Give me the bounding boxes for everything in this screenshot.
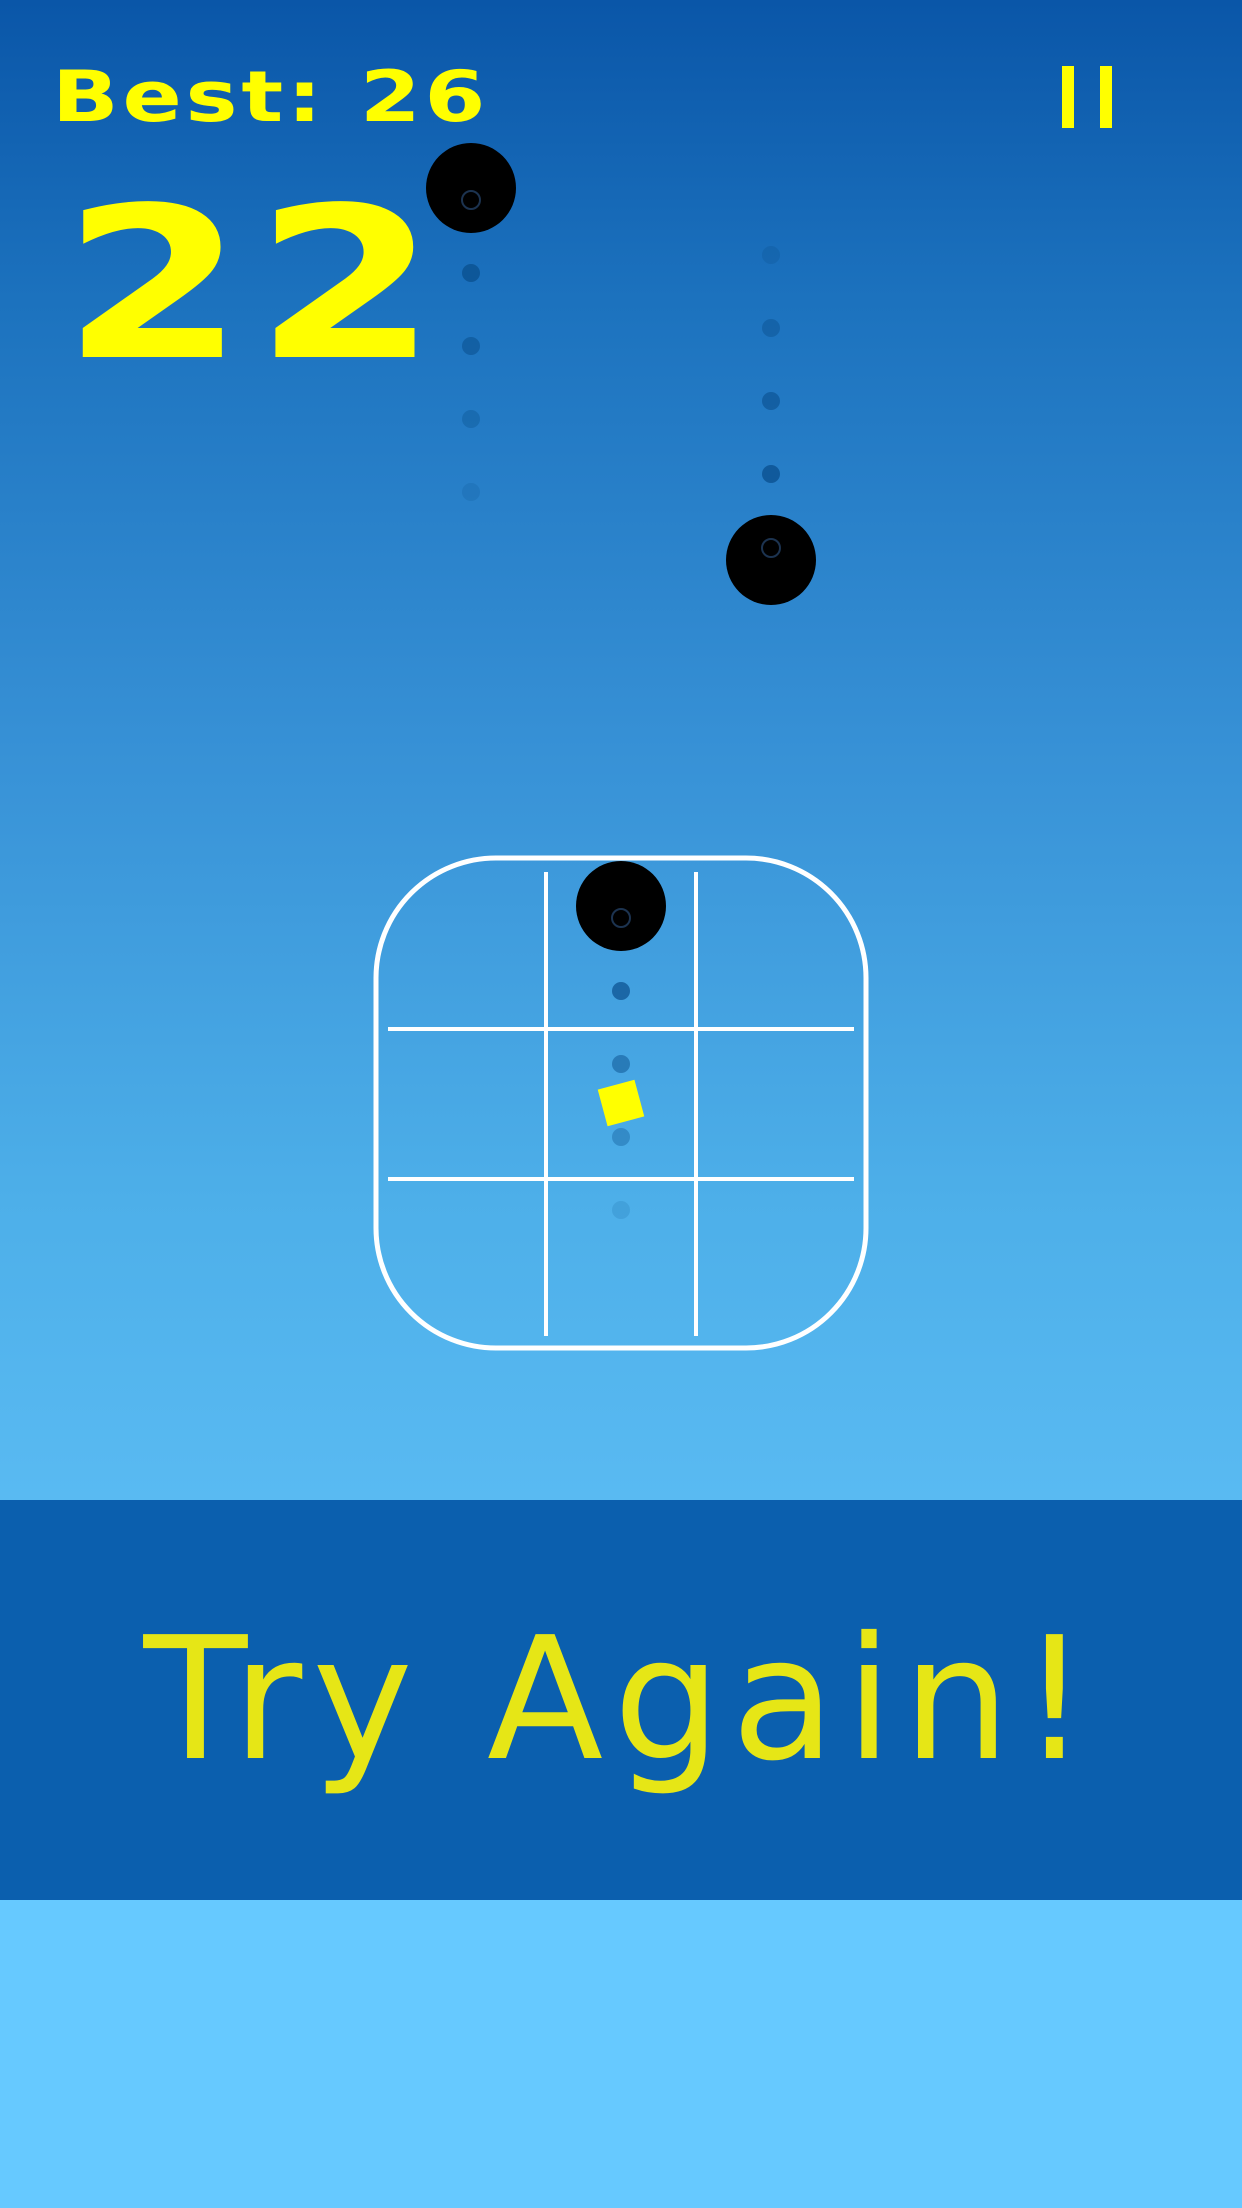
player-square xyxy=(597,1079,645,1127)
try-again-label: Try Again! xyxy=(143,1601,1099,1799)
trail-dot xyxy=(612,1128,630,1146)
trail-dot xyxy=(612,982,630,1000)
play-field xyxy=(373,143,869,1351)
trail-dot xyxy=(762,246,780,264)
black-ball xyxy=(426,143,516,233)
trail-dot xyxy=(462,337,480,355)
trail-dot xyxy=(762,392,780,410)
trail-dot xyxy=(462,483,480,501)
trail-dot xyxy=(612,1201,630,1219)
trail-dot xyxy=(762,465,780,483)
trail-dot xyxy=(462,264,480,282)
ball-trail xyxy=(762,246,780,483)
trail-dot xyxy=(462,410,480,428)
try-again-button[interactable]: Try Again! xyxy=(0,1500,1242,1900)
ball-trail xyxy=(462,264,480,501)
trail-dot xyxy=(762,319,780,337)
black-ball xyxy=(726,515,816,605)
bottom-area xyxy=(0,1900,1242,2208)
black-ball xyxy=(576,861,666,951)
trail-dot xyxy=(612,1055,630,1073)
